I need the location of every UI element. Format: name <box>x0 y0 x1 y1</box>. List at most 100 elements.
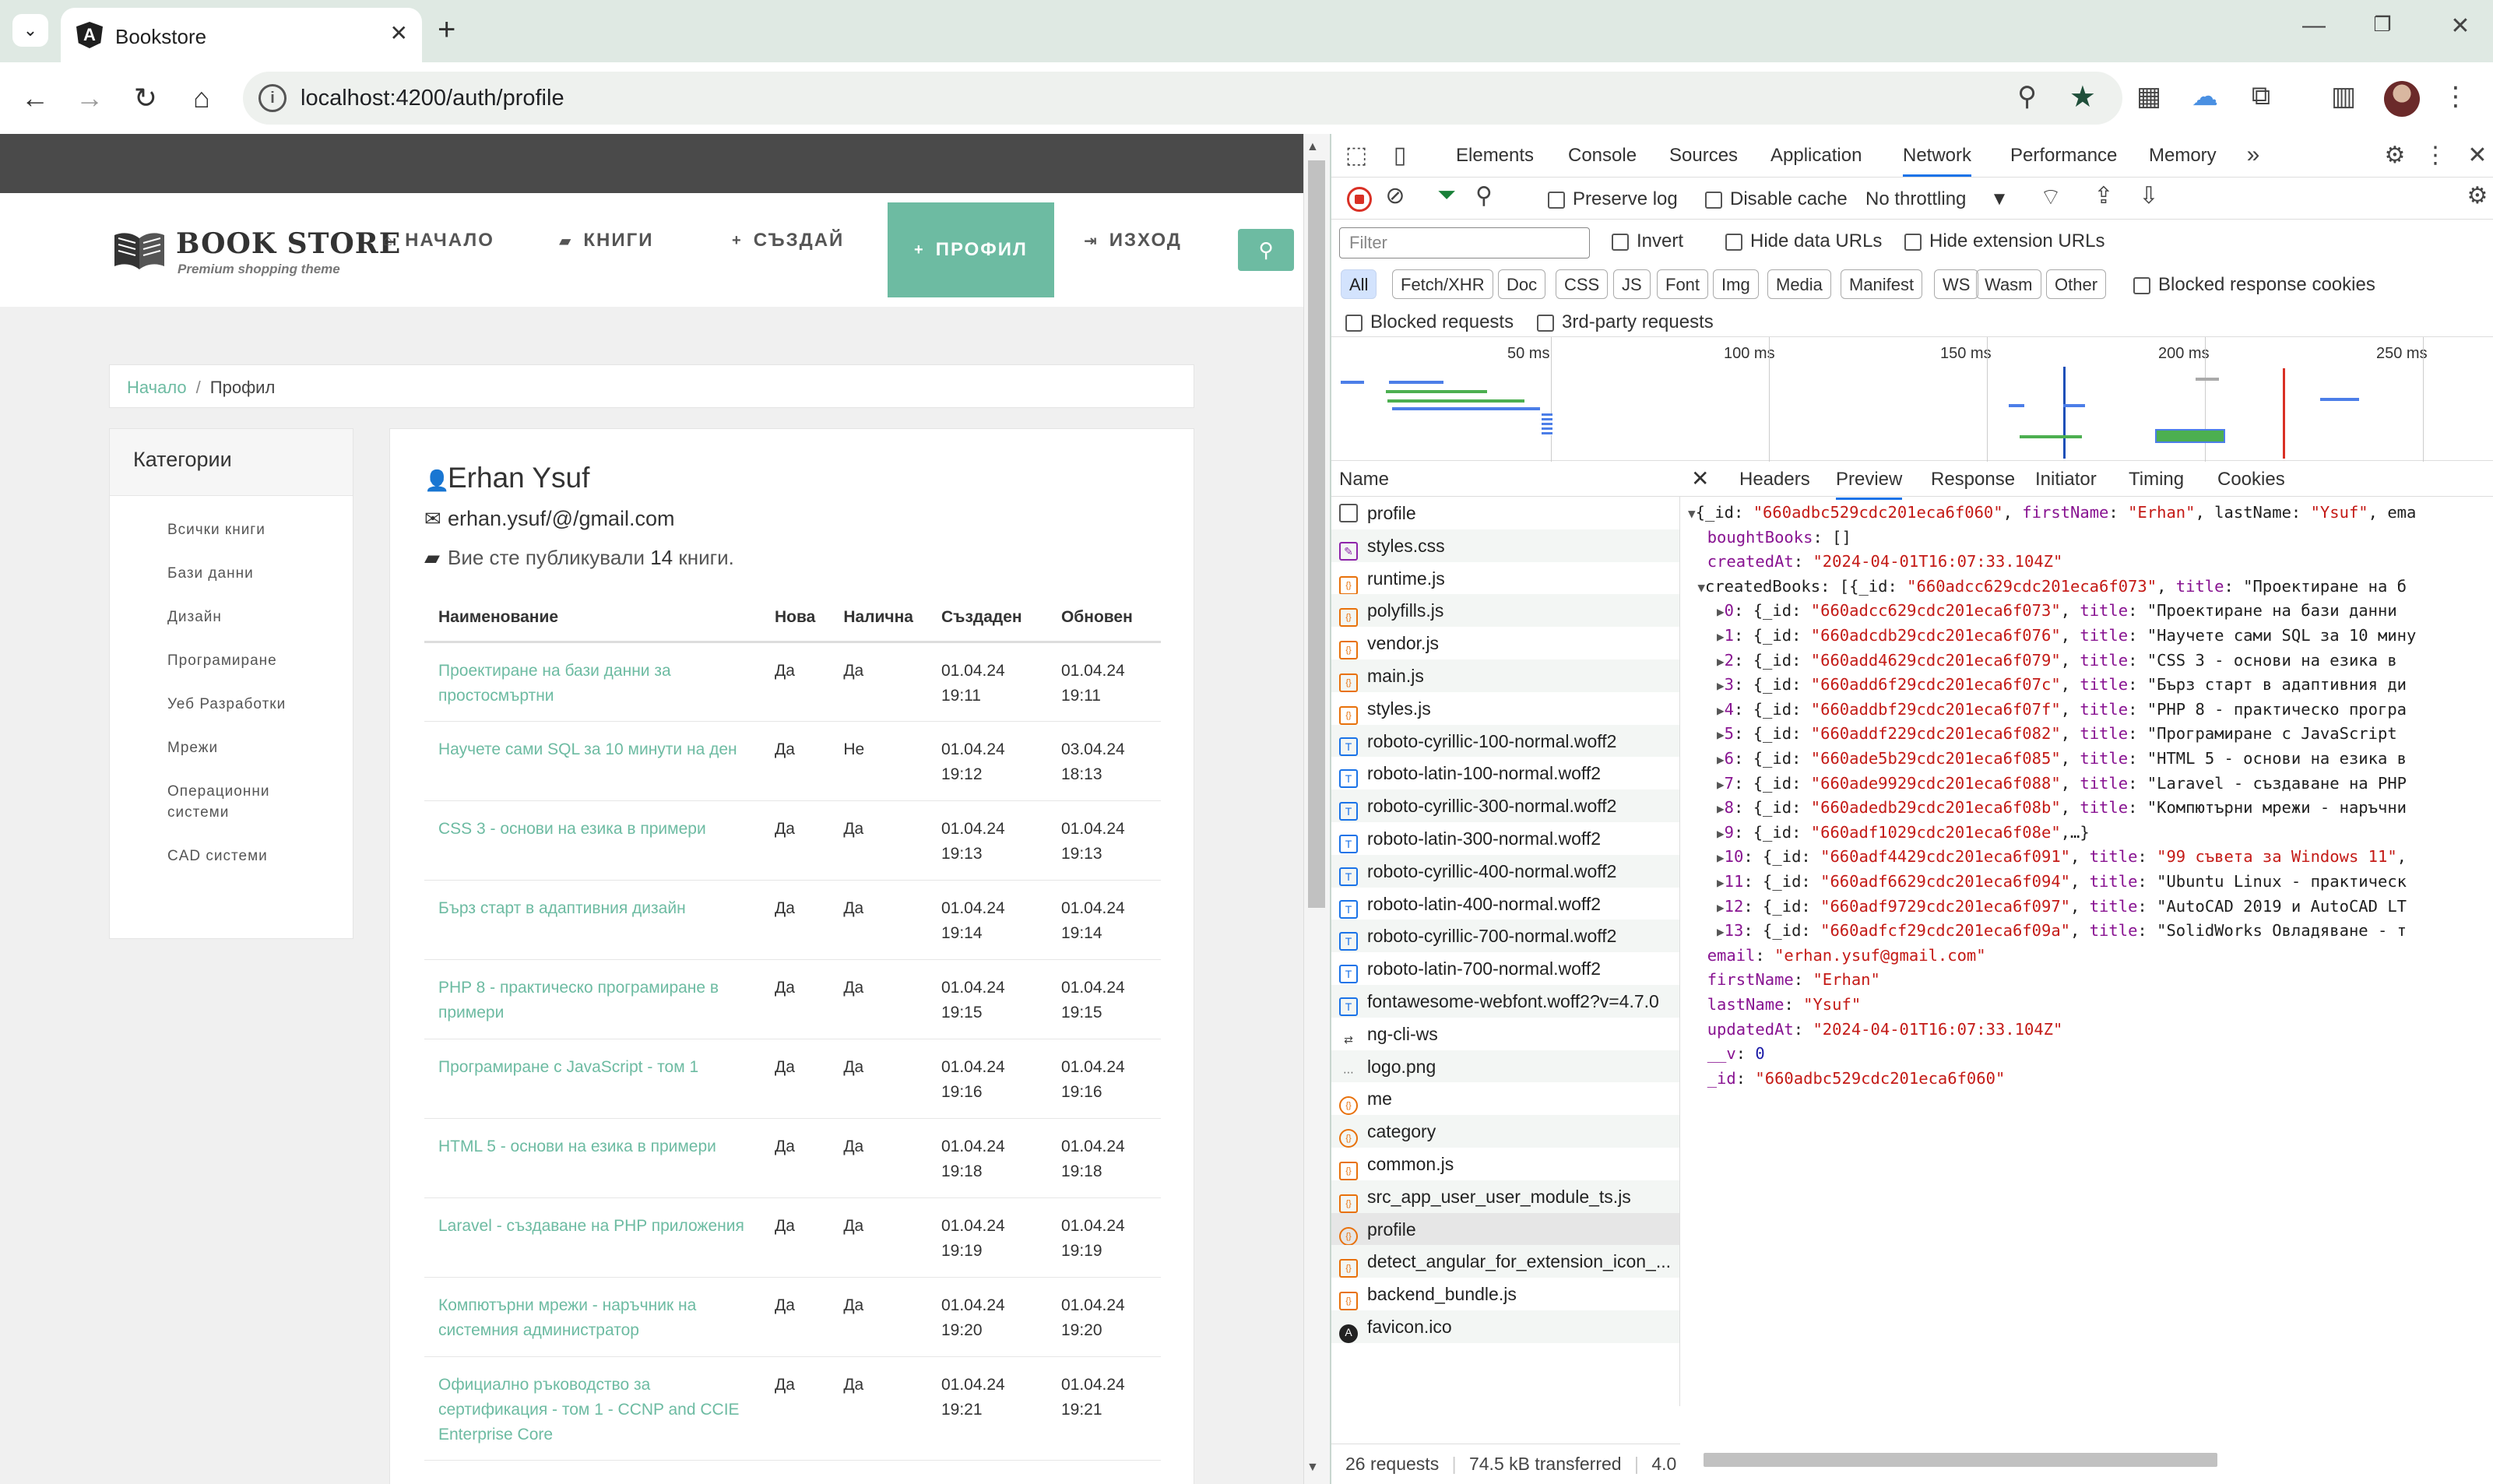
tab-search-button[interactable]: ⌄ <box>12 14 48 47</box>
blocked-cookies-checkbox[interactable]: Blocked response cookies <box>2133 274 2375 296</box>
home-button[interactable]: ⌂ <box>182 79 221 117</box>
filter-input[interactable]: Filter <box>1339 227 1590 258</box>
scroll-up-icon[interactable]: ▲ <box>1306 140 1319 154</box>
preview-line[interactable]: ▶5: {_id: "660addf229cdc201eca6f082", ti… <box>1688 721 2397 747</box>
import-har-icon[interactable]: ⇪ <box>2088 182 2119 209</box>
type-filter-all[interactable]: All <box>1341 269 1377 299</box>
network-conditions-icon[interactable]: ⌔ <box>2035 182 2066 212</box>
book-title-link[interactable]: CSS 3 - основи на езика в примери <box>424 800 761 881</box>
type-filter-other[interactable]: Other <box>2046 269 2107 299</box>
category-item[interactable]: Дизайн <box>110 607 343 628</box>
category-item[interactable]: Програмиране <box>110 650 343 671</box>
tab-cookies[interactable]: Cookies <box>2217 469 2285 491</box>
browser-menu-icon[interactable]: ⋮ <box>2437 81 2474 112</box>
network-overview-timeline[interactable]: 50 ms 100 ms 150 ms 200 ms 250 ms <box>1331 336 2493 462</box>
requests-name-header[interactable]: Name <box>1331 461 1680 497</box>
address-bar[interactable]: i localhost:4200/auth/profile ⚲ ★ <box>243 72 2122 125</box>
new-tab-button[interactable]: + <box>438 12 455 47</box>
category-item[interactable]: Всички книги <box>110 519 343 540</box>
preview-line[interactable]: ▶13: {_id: "660adfcf29cdc201eca6f09a", t… <box>1688 918 2407 944</box>
request-row[interactable]: ✎ styles.css <box>1331 529 1679 562</box>
preview-line[interactable]: ▶3: {_id: "660add6f29cdc201eca6f07c", ti… <box>1688 672 2407 698</box>
inspect-element-icon[interactable]: ⬚ <box>1341 142 1372 169</box>
nav-home[interactable]: ⌂ НАЧАЛО <box>383 193 494 288</box>
type-filter-css[interactable]: CSS <box>1556 269 1609 299</box>
preserve-log-checkbox[interactable]: Preserve log <box>1548 188 1678 210</box>
request-row[interactable]: {} me <box>1331 1082 1679 1116</box>
zoom-icon[interactable]: ⚲ <box>2017 81 2037 112</box>
type-filter-img[interactable]: Img <box>1713 269 1759 299</box>
invert-checkbox[interactable]: Invert <box>1612 230 1683 252</box>
bookmark-star-icon[interactable]: ★ <box>2069 79 2096 114</box>
tab-elements[interactable]: Elements <box>1456 145 1534 167</box>
search-icon[interactable]: ⚲ <box>1468 182 1500 209</box>
third-party-checkbox[interactable]: 3rd-party requests <box>1537 311 1714 333</box>
tab-headers[interactable]: Headers <box>1739 469 1810 491</box>
request-row[interactable]: ⋯ logo.png <box>1331 1050 1679 1083</box>
request-row[interactable]: Troboto-latin-400-normal.woff2 <box>1331 888 1679 920</box>
browser-tab[interactable]: A Bookstore ✕ <box>61 8 422 62</box>
tab-memory[interactable]: Memory <box>2149 145 2217 167</box>
book-title-link[interactable]: Официално ръководство за сертификация - … <box>424 1356 761 1461</box>
url-text[interactable]: localhost:4200/auth/profile <box>301 86 564 111</box>
device-toolbar-icon[interactable]: ▯ <box>1384 142 1415 169</box>
page-scrollbar-thumb[interactable] <box>1308 160 1325 908</box>
tab-console[interactable]: Console <box>1568 145 1637 167</box>
request-row[interactable]: {} detect_angular_for_extension_icon_... <box>1331 1245 1679 1278</box>
request-row[interactable]: Troboto-latin-100-normal.woff2 <box>1331 757 1679 789</box>
forward-button[interactable]: → <box>70 79 109 117</box>
filter-funnel-icon[interactable]: ⏷ <box>1431 182 1462 209</box>
devtools-menu-icon[interactable]: ⋮ <box>2420 142 2451 169</box>
category-item[interactable]: CAD системи <box>110 846 343 867</box>
close-detail-icon[interactable]: ✕ <box>1691 466 1709 491</box>
request-row[interactable]: Troboto-cyrillic-700-normal.woff2 <box>1331 920 1679 953</box>
close-window-button[interactable]: ✕ <box>2437 12 2484 40</box>
preview-line[interactable]: ▶4: {_id: "660addbf29cdc201eca6f07f", ti… <box>1688 697 2407 723</box>
type-filter-manifest[interactable]: Manifest <box>1841 269 1923 299</box>
tab-application[interactable]: Application <box>1770 145 1862 167</box>
preview-horizontal-scrollbar[interactable] <box>1680 1450 2493 1470</box>
nav-create[interactable]: + СЪЗДАЙ <box>732 193 844 288</box>
category-item[interactable]: Операционни системи <box>110 781 281 823</box>
side-panel-icon[interactable]: ▥ <box>2325 81 2362 112</box>
throttling-select[interactable]: No throttling ▼ <box>1865 188 2009 210</box>
clear-icon[interactable]: ⊘ <box>1380 182 1411 209</box>
tab-initiator[interactable]: Initiator <box>2035 469 2097 491</box>
request-row[interactable]: {} category <box>1331 1115 1679 1148</box>
minimize-button[interactable]: — <box>2291 12 2337 39</box>
preview-line[interactable]: ▶7: {_id: "660ade9929cdc201eca6f088", ti… <box>1688 771 2407 797</box>
request-row[interactable]: {} styles.js <box>1331 692 1679 725</box>
book-title-link[interactable]: Бърз старт в адаптивния дизайн <box>424 880 761 960</box>
book-title-link[interactable]: Програмиране с JavaScript - том 1 <box>424 1039 761 1119</box>
request-row[interactable]: Troboto-cyrillic-400-normal.woff2 <box>1331 854 1679 888</box>
hide-data-urls-checkbox[interactable]: Hide data URLs <box>1725 230 1882 252</box>
profile-avatar[interactable] <box>2384 81 2420 117</box>
qr-code-icon[interactable]: ▦ <box>2130 81 2168 112</box>
book-title-link[interactable]: PHP 8 - практическо програмиране в приме… <box>424 959 761 1039</box>
preview-line[interactable]: ▶8: {_id: "660adedb29cdc201eca6f08b", ti… <box>1688 795 2407 821</box>
preview-line[interactable]: ▶0: {_id: "660adcc629cdc201eca6f073", ti… <box>1688 598 2397 624</box>
type-filter-js[interactable]: JS <box>1613 269 1651 299</box>
request-row[interactable]: ⇄ ng-cli-ws <box>1331 1018 1679 1050</box>
preview-line[interactable]: ▶10: {_id: "660adf4429cdc201eca6f091", t… <box>1688 844 2407 870</box>
book-title-link[interactable]: Проектиране на бази данни за простосмърт… <box>424 642 761 722</box>
request-row[interactable]: {} main.js <box>1331 659 1679 692</box>
type-filter-font[interactable]: Font <box>1657 269 1709 299</box>
book-title-link[interactable]: HTML 5 - основи на езика в примери <box>424 1118 761 1198</box>
request-row[interactable]: {} src_app_user_user_module_ts.js <box>1331 1180 1679 1213</box>
book-title-link[interactable]: Laravel - създаване на PHP приложения <box>424 1197 761 1278</box>
tab-response[interactable]: Response <box>1931 469 2015 491</box>
search-button[interactable]: ⚲ <box>1238 229 1294 271</box>
preview-line[interactable]: ▶1: {_id: "660adcdb29cdc201eca6f076", ti… <box>1688 623 2416 649</box>
preview-line[interactable]: ▶6: {_id: "660ade5b29cdc201eca6f085", ti… <box>1688 746 2407 772</box>
request-row[interactable]: Troboto-latin-300-normal.woff2 <box>1331 822 1679 855</box>
extension-cloud-icon[interactable]: ☁ <box>2186 81 2224 112</box>
network-settings-icon[interactable]: ⚙ <box>2462 182 2493 209</box>
tab-performance[interactable]: Performance <box>2010 145 2117 167</box>
request-row[interactable]: {} polyfills.js <box>1331 594 1679 628</box>
reload-button[interactable]: ↻ <box>126 79 165 117</box>
request-row[interactable]: {} common.js <box>1331 1148 1679 1180</box>
request-row[interactable]: {} vendor.js <box>1331 627 1679 659</box>
hide-extension-urls-checkbox[interactable]: Hide extension URLs <box>1904 230 2104 252</box>
blocked-requests-checkbox[interactable]: Blocked requests <box>1345 311 1514 333</box>
